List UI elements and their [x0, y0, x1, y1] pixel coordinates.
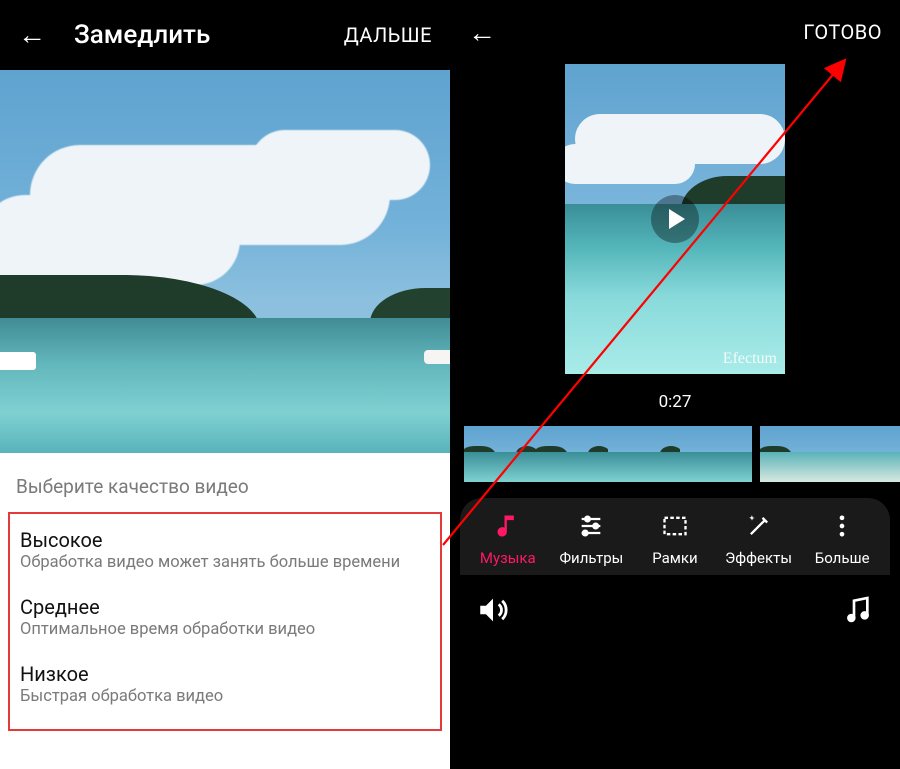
watermark-text: Efectum — [723, 350, 777, 368]
music-note-icon — [494, 512, 522, 540]
quality-option-title: Низкое — [20, 662, 430, 686]
sliders-icon — [577, 512, 605, 540]
quality-sheet: Выберите качество видео Высокое Обработк… — [0, 453, 450, 731]
tool-filters[interactable]: Фильтры — [550, 512, 634, 567]
quality-option-title: Среднее — [20, 595, 430, 619]
right-panel: ← ГОТОВО Efectum 0:27 — [450, 0, 900, 769]
thumb[interactable] — [464, 426, 536, 482]
done-button[interactable]: ГОТОВО — [803, 20, 882, 44]
thumb[interactable] — [536, 426, 608, 482]
music-note-icon[interactable] — [842, 594, 874, 630]
timecode: 0:27 — [450, 374, 900, 426]
play-button[interactable] — [651, 195, 699, 243]
quality-option-subtitle: Оптимальное время обработки видео — [20, 621, 430, 640]
footer-bar — [450, 575, 900, 649]
tool-label: Фильтры — [559, 549, 623, 567]
tool-label: Эффекты — [725, 549, 792, 567]
tool-effects[interactable]: Эффекты — [717, 512, 801, 567]
tool-frames[interactable]: Рамки — [633, 512, 717, 567]
filmstrip[interactable] — [450, 426, 900, 486]
thumb[interactable] — [608, 426, 680, 482]
video-preview-large — [0, 70, 450, 453]
video-preview[interactable]: Efectum — [565, 64, 785, 374]
tool-music[interactable]: Музыка — [466, 512, 550, 567]
quality-option-low[interactable]: Низкое Быстрая обработка видео — [10, 652, 440, 719]
quality-option-subtitle: Обработка видео может занять больше врем… — [20, 554, 430, 573]
thumb[interactable] — [760, 426, 832, 482]
quality-sheet-header: Выберите качество видео — [0, 453, 450, 512]
tool-label: Музыка — [480, 549, 536, 567]
left-panel: ← Замедлить ДАЛЬШЕ Выберите качество вид… — [0, 0, 450, 769]
left-header: ← Замедлить ДАЛЬШЕ — [0, 0, 450, 70]
tool-label: Больше — [815, 549, 870, 567]
quality-option-medium[interactable]: Среднее Оптимальное время обработки виде… — [10, 585, 440, 652]
more-vertical-icon — [828, 512, 856, 540]
quality-option-high[interactable]: Высокое Обработка видео может занять бол… — [10, 518, 440, 585]
page-title: Замедлить — [74, 20, 344, 50]
quality-options-highlight-box: Высокое Обработка видео может занять бол… — [8, 512, 442, 731]
magic-wand-icon — [745, 512, 773, 540]
quality-option-subtitle: Быстрая обработка видео — [20, 688, 430, 707]
next-button[interactable]: ДАЛЬШЕ — [344, 23, 432, 47]
right-header: ← ГОТОВО — [450, 0, 900, 64]
tool-label: Рамки — [652, 549, 697, 567]
editor-toolbar: Музыка Фильтры Рамки Эффекты — [460, 498, 890, 575]
thumb[interactable] — [680, 426, 752, 482]
frame-icon — [661, 512, 689, 540]
back-arrow-icon[interactable]: ← — [468, 16, 803, 49]
quality-option-title: Высокое — [20, 528, 430, 552]
speaker-icon[interactable] — [476, 593, 510, 631]
back-arrow-icon[interactable]: ← — [18, 21, 46, 49]
tool-more[interactable]: Больше — [800, 512, 884, 567]
thumb[interactable] — [832, 426, 900, 482]
